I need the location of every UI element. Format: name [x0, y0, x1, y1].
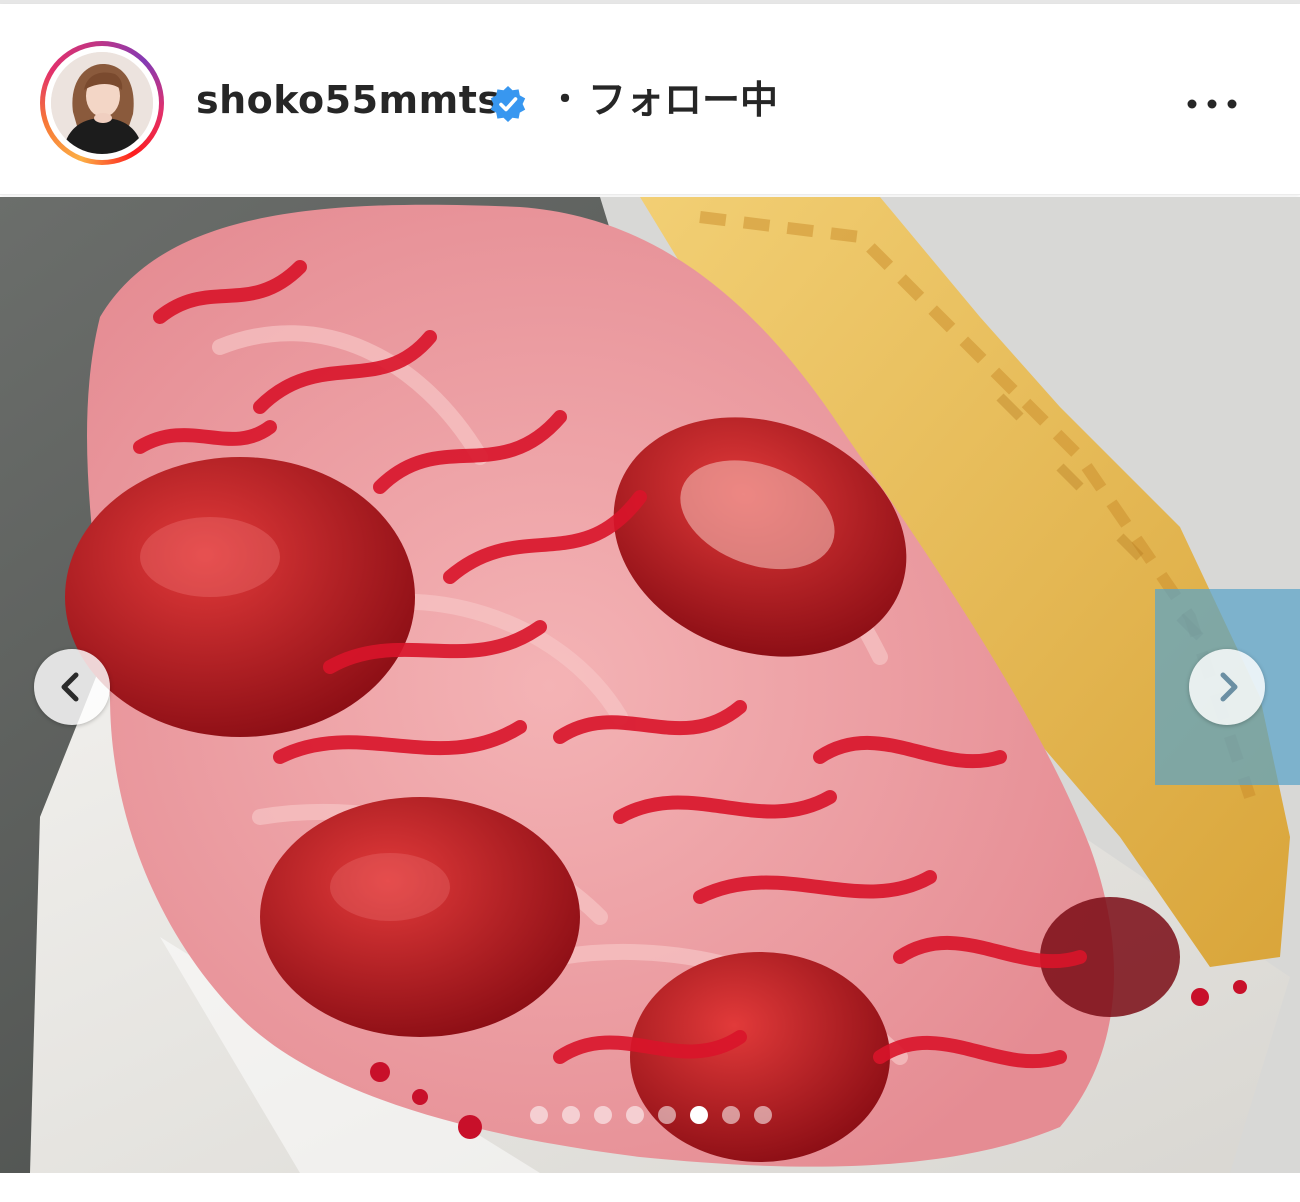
next-slide-button[interactable] — [1189, 649, 1265, 725]
carousel-dot — [626, 1106, 644, 1124]
carousel-dot — [658, 1106, 676, 1124]
carousel-indicator — [528, 1104, 778, 1126]
post-image[interactable] — [0, 197, 1300, 1173]
chevron-right-icon — [1220, 672, 1238, 702]
following-button[interactable]: フォロー中 — [588, 76, 778, 124]
username-link[interactable]: shoko55mmts — [196, 76, 501, 124]
separator-dot: ・ — [548, 80, 582, 120]
carousel-dot — [722, 1106, 740, 1124]
carousel-dot-active — [690, 1106, 708, 1124]
previous-slide-button[interactable] — [34, 649, 110, 725]
avatar[interactable] — [51, 52, 153, 154]
post-footer — [0, 1173, 1300, 1202]
more-options-icon[interactable] — [1180, 88, 1244, 120]
carousel-dot — [530, 1106, 548, 1124]
story-ring[interactable] — [40, 41, 164, 165]
carousel-dot — [754, 1106, 772, 1124]
verified-badge-icon — [490, 86, 526, 122]
carousel-dot — [594, 1106, 612, 1124]
chevron-left-icon — [61, 672, 79, 702]
carousel-dot — [562, 1106, 580, 1124]
post-header: shoko55mmts ・ フォロー中 — [0, 4, 1300, 195]
